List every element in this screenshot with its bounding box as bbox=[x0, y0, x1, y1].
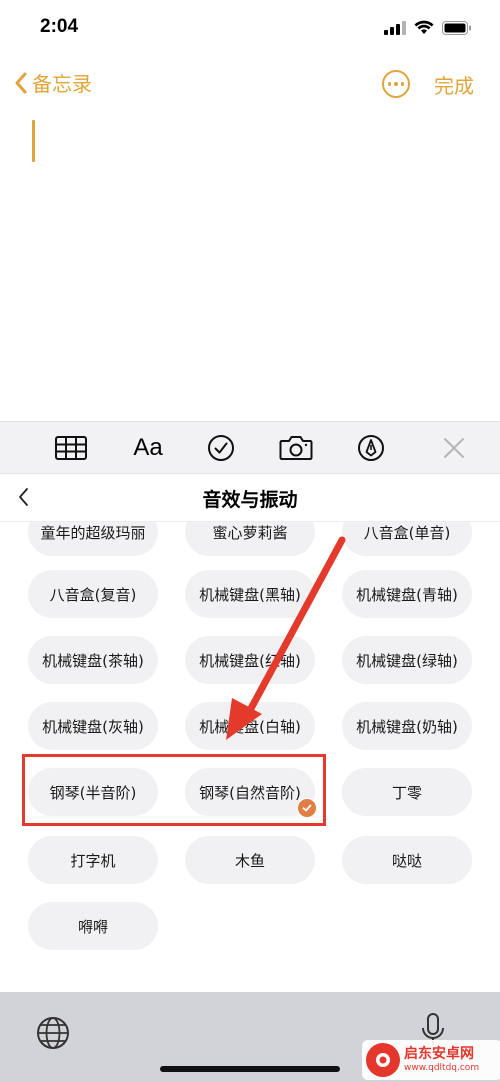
status-bar: 2:04 bbox=[0, 0, 500, 60]
text-cursor bbox=[32, 120, 35, 162]
markup-button[interactable] bbox=[356, 432, 386, 464]
panel-title: 音效与振动 bbox=[202, 489, 298, 511]
sound-option[interactable]: 机械键盘(奶轴) bbox=[342, 702, 472, 750]
watermark-logo-icon bbox=[366, 1043, 400, 1077]
sound-option[interactable]: 嘚嘚 bbox=[28, 902, 158, 950]
home-indicator bbox=[160, 1066, 340, 1072]
watermark-url: www.qdltdq.com bbox=[404, 1063, 480, 1073]
formatting-toolbar: Aa bbox=[0, 421, 500, 474]
text-format-button[interactable]: Aa bbox=[128, 432, 168, 464]
table-button[interactable] bbox=[54, 432, 88, 464]
sound-option[interactable]: 丁零 bbox=[342, 768, 472, 816]
done-button[interactable]: 完成 bbox=[434, 70, 474, 99]
cellular-signal-icon bbox=[384, 20, 406, 35]
status-time: 2:04 bbox=[40, 16, 79, 37]
close-icon bbox=[444, 438, 464, 458]
close-toolbar-button[interactable] bbox=[440, 432, 468, 464]
checklist-button[interactable] bbox=[206, 432, 236, 464]
sound-option[interactable]: 蜜心萝莉酱 bbox=[185, 522, 315, 556]
dot bbox=[400, 82, 405, 86]
more-options-button[interactable] bbox=[382, 70, 410, 98]
camera-icon bbox=[279, 436, 313, 460]
sound-option[interactable]: 童年的超级玛丽 bbox=[28, 522, 158, 556]
pen-tip-icon bbox=[358, 435, 384, 461]
table-icon bbox=[55, 436, 87, 460]
back-button[interactable]: 备忘录 bbox=[14, 68, 92, 97]
sound-panel-header: 音效与振动 bbox=[0, 474, 500, 522]
sound-option[interactable]: 八音盒(单音) bbox=[342, 522, 472, 556]
chevron-left-icon bbox=[15, 72, 27, 93]
sound-option[interactable]: 机械键盘(茶轴) bbox=[28, 636, 158, 684]
site-watermark: 启东安卓网 www.qdltdq.com bbox=[362, 1040, 500, 1080]
watermark-text: 启东安卓网 www.qdltdq.com bbox=[404, 1047, 479, 1073]
sound-option[interactable]: 机械键盘(灰轴) bbox=[28, 702, 158, 750]
nav-bar: 备忘录 完成 bbox=[0, 62, 500, 108]
sound-option[interactable]: 机械键盘(红轴) bbox=[185, 636, 315, 684]
sound-option[interactable]: 机械键盘(黑轴) bbox=[185, 570, 315, 618]
sound-option[interactable]: 哒哒 bbox=[342, 836, 472, 884]
dot bbox=[394, 82, 398, 86]
annotation-highlight-box bbox=[22, 754, 326, 826]
sound-option[interactable]: 打字机 bbox=[28, 836, 158, 884]
wifi-icon bbox=[414, 20, 434, 34]
sound-option[interactable]: 机械键盘(青轴) bbox=[342, 570, 472, 618]
dot bbox=[387, 82, 392, 86]
watermark-name: 启东安卓网 bbox=[404, 1046, 474, 1062]
battery-icon bbox=[442, 20, 471, 35]
sound-option[interactable]: 机械键盘(绿轴) bbox=[342, 636, 472, 684]
camera-button[interactable] bbox=[278, 432, 314, 464]
sound-option[interactable]: 木鱼 bbox=[185, 836, 315, 884]
switch-keyboard-button[interactable] bbox=[36, 1016, 70, 1054]
checkmark-circle-icon bbox=[208, 435, 234, 461]
sound-option[interactable]: 八音盒(复音) bbox=[28, 570, 158, 618]
sound-option[interactable]: 机械键盘(白轴) bbox=[185, 702, 315, 750]
globe-icon bbox=[37, 1017, 69, 1049]
back-label: 备忘录 bbox=[32, 72, 92, 96]
status-icons bbox=[384, 20, 472, 35]
